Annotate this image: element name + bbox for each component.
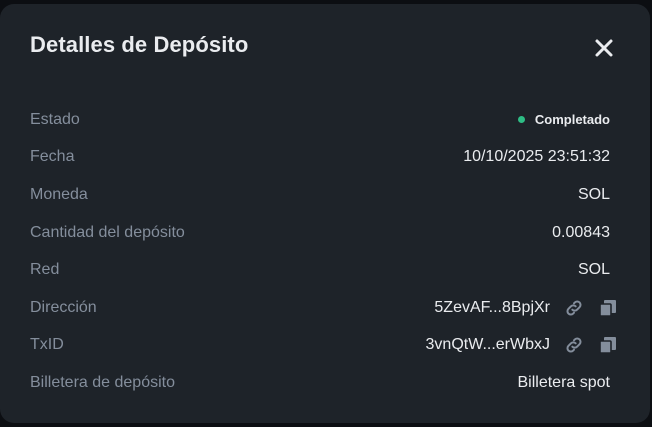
copy-icon — [599, 337, 616, 355]
cantidad-label: Cantidad del depósito — [30, 223, 185, 241]
txid-link-button[interactable] — [564, 335, 584, 355]
red-value: SOL — [577, 261, 610, 279]
detail-row-direccion: Dirección 5ZevAF...8BpjXr — [30, 289, 616, 327]
details-list: Estado Completado Fecha 10/10/2025 23:51… — [30, 101, 616, 402]
detail-row-fecha: Fecha 10/10/2025 23:51:32 — [30, 139, 610, 177]
status-value: Completado — [534, 112, 610, 128]
link-icon — [566, 337, 582, 353]
status-dot — [517, 116, 525, 124]
close-icon — [595, 39, 613, 57]
billetera-value: Billetera spot — [517, 373, 611, 391]
moneda-label: Moneda — [30, 185, 88, 203]
txid-actions — [564, 335, 618, 355]
detail-row-red: Red SOL — [30, 251, 610, 289]
direccion-actions — [564, 298, 618, 318]
txid-label: TxID — [30, 336, 64, 354]
cantidad-value: 0.00843 — [552, 223, 610, 241]
detail-row-estado: Estado Completado — [30, 101, 610, 139]
modal-title: Detalles de Depósito — [30, 32, 249, 57]
deposit-details-modal: Detalles de Depósito Estado Completado F… — [0, 4, 650, 423]
direccion-value: 5ZevAF...8BpjXr — [434, 298, 550, 316]
fecha-label: Fecha — [30, 148, 75, 166]
red-label: Red — [30, 261, 60, 279]
close-button[interactable] — [592, 36, 616, 60]
detail-row-moneda: Moneda SOL — [30, 176, 610, 214]
billetera-label: Billetera de depósito — [30, 373, 175, 391]
status-badge: Completado — [517, 112, 610, 128]
link-icon — [566, 300, 582, 316]
copy-icon — [599, 299, 616, 317]
direccion-label: Dirección — [30, 298, 97, 316]
fecha-value: 10/10/2025 23:51:32 — [463, 148, 610, 166]
estado-label: Estado — [30, 110, 80, 128]
txid-copy-button[interactable] — [598, 335, 618, 355]
detail-row-billetera: Billetera de depósito Billetera spot — [30, 364, 610, 402]
detail-row-cantidad: Cantidad del depósito 0.00843 — [30, 214, 610, 252]
moneda-value: SOL — [577, 185, 610, 203]
txid-value: 3vnQtW...erWbxJ — [425, 336, 550, 354]
direccion-copy-button[interactable] — [598, 298, 618, 318]
detail-row-txid: TxID 3vnQtW...erWbxJ — [30, 327, 616, 365]
direccion-link-button[interactable] — [564, 298, 584, 318]
